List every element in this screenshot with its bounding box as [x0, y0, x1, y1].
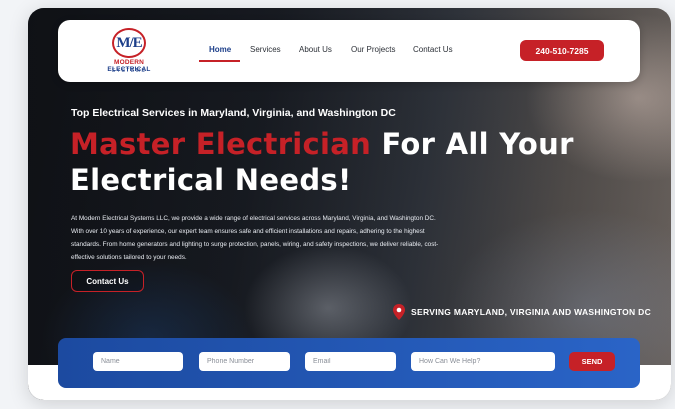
navbar: M/E MODERN ELECTRICAL SYSTEMS Home Servi… — [58, 20, 640, 82]
logo-brand-red: MODERN — [113, 59, 145, 66]
send-button[interactable]: SEND — [569, 352, 615, 371]
logo-subtitle: SYSTEMS — [111, 68, 147, 74]
hero-description: At Modern Electrical Systems LLC, we pro… — [71, 215, 439, 261]
company-logo[interactable]: M/E MODERN ELECTRICAL SYSTEMS — [92, 28, 166, 76]
map-pin-icon — [393, 304, 405, 320]
service-area-text: SERVING MARYLAND, VIRGINIA AND WASHINGTO… — [411, 307, 652, 317]
phone-button[interactable]: 240-510-7285 — [520, 40, 604, 61]
email-field[interactable] — [305, 352, 396, 371]
logo-monogram: M/E — [116, 34, 142, 51]
hero-kicker: Top Electrical Services in Maryland, Vir… — [71, 107, 396, 119]
phone-field[interactable] — [199, 352, 290, 371]
logo-mark: M/E — [112, 28, 146, 58]
contact-us-button[interactable]: Contact Us — [71, 270, 144, 292]
hero-headline: Master Electrician For All Your Electric… — [70, 126, 590, 198]
quick-contact-form: SEND — [58, 338, 640, 388]
hero-section: Top Electrical Services in Maryland, Vir… — [28, 8, 671, 400]
name-field[interactable] — [93, 352, 183, 371]
nav-home[interactable]: Home — [209, 45, 231, 54]
service-area: SERVING MARYLAND, VIRGINIA AND WASHINGTO… — [392, 304, 651, 320]
help-field[interactable] — [411, 352, 555, 371]
nav-our-projects[interactable]: Our Projects — [351, 45, 395, 54]
nav-services[interactable]: Services — [250, 45, 281, 54]
active-nav-underline — [199, 60, 240, 62]
nav-about-us[interactable]: About Us — [299, 45, 332, 54]
headline-red: Master Electrician — [70, 127, 372, 161]
nav-contact-us[interactable]: Contact Us — [413, 45, 453, 54]
